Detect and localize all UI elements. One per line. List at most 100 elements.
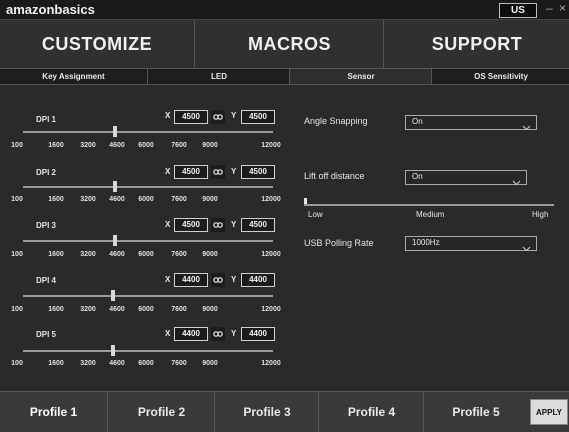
tick-label: 7600 xyxy=(171,360,187,367)
dpi-slider-track[interactable] xyxy=(23,131,273,133)
minimize-button[interactable]: – xyxy=(546,1,553,15)
tab-os-sensitivity[interactable]: OS Sensitivity xyxy=(431,69,569,84)
apply-button[interactable]: APPLY xyxy=(530,399,568,425)
dpi-slider-track[interactable] xyxy=(23,240,273,242)
dpi-tick-labels: 100 1600 3200 4600 6000 7600 9000 12000 xyxy=(0,196,300,206)
dpi-label: DPI 2 xyxy=(36,168,57,177)
tick-label: 12000 xyxy=(261,251,281,258)
dpi-slider-track[interactable] xyxy=(23,295,273,297)
dpi-slider-thumb[interactable] xyxy=(110,345,115,356)
tick-label: 6000 xyxy=(138,306,154,313)
y-axis-label: Y xyxy=(231,275,237,284)
x-axis-label: X xyxy=(165,167,171,176)
tick-label: 9000 xyxy=(202,306,218,313)
tab-macros[interactable]: MACROS xyxy=(194,20,384,68)
dpi-y-input[interactable]: 4500 xyxy=(241,218,275,232)
dpi-slider-track[interactable] xyxy=(23,186,273,188)
angle-snapping-select[interactable]: On xyxy=(405,115,537,131)
dpi-label: DPI 1 xyxy=(36,115,57,124)
lift-off-distance-select[interactable]: On xyxy=(405,170,527,186)
usb-polling-rate-label: USB Polling Rate xyxy=(304,238,374,248)
link-xy-icon[interactable] xyxy=(211,327,225,341)
tick-label: 12000 xyxy=(261,196,281,203)
close-button[interactable]: × xyxy=(559,1,566,15)
tick-label: 1600 xyxy=(48,251,64,258)
tab-sensor[interactable]: Sensor xyxy=(289,69,432,84)
angle-snapping-label: Angle Snapping xyxy=(304,116,368,126)
title-bar: amazonbasics US – × xyxy=(0,0,569,20)
dpi-tick-labels: 100 1600 3200 4600 6000 7600 9000 12000 xyxy=(0,360,300,370)
dpi-slider-thumb[interactable] xyxy=(112,126,117,137)
tick-label: 100 xyxy=(11,142,23,149)
tick-label: 4600 xyxy=(109,251,125,258)
link-xy-icon[interactable] xyxy=(211,218,225,232)
tick-label: 7600 xyxy=(171,306,187,313)
tick-label: 7600 xyxy=(171,196,187,203)
profile-tab-4[interactable]: Profile 4 xyxy=(318,392,424,432)
lift-off-slider-thumb[interactable] xyxy=(304,198,307,204)
sub-navigation: Key Assignment LED Sensor OS Sensitivity xyxy=(0,69,569,85)
tick-label: 4600 xyxy=(109,360,125,367)
x-axis-label: X xyxy=(165,329,171,338)
y-axis-label: Y xyxy=(231,111,237,120)
tick-label: 12000 xyxy=(261,306,281,313)
tick-label: 3200 xyxy=(80,360,96,367)
y-axis-label: Y xyxy=(231,329,237,338)
dpi-y-input[interactable]: 4500 xyxy=(241,165,275,179)
tick-label: 9000 xyxy=(202,251,218,258)
profile-tab-3[interactable]: Profile 3 xyxy=(214,392,319,432)
brand-logo: amazonbasics xyxy=(6,2,95,17)
dpi-x-input[interactable]: 4500 xyxy=(174,165,208,179)
tick-label: 1600 xyxy=(48,360,64,367)
y-axis-label: Y xyxy=(231,167,237,176)
tab-key-assignment[interactable]: Key Assignment xyxy=(0,69,147,84)
y-axis-label: Y xyxy=(231,220,237,229)
lift-off-distance-value: On xyxy=(412,172,423,181)
tick-label: 7600 xyxy=(171,251,187,258)
dpi-x-input[interactable]: 4500 xyxy=(174,218,208,232)
chevron-down-icon xyxy=(522,118,531,136)
dpi-slider-thumb[interactable] xyxy=(112,181,117,192)
lift-off-low-label: Low xyxy=(308,210,323,219)
dpi-x-input[interactable]: 4400 xyxy=(174,327,208,341)
tab-led[interactable]: LED xyxy=(147,69,290,84)
tick-label: 6000 xyxy=(138,251,154,258)
tick-label: 12000 xyxy=(261,142,281,149)
tick-label: 3200 xyxy=(80,142,96,149)
dpi-slider-thumb[interactable] xyxy=(112,235,117,246)
tick-label: 4600 xyxy=(109,142,125,149)
lift-off-slider-track[interactable] xyxy=(304,204,554,206)
dpi-y-input[interactable]: 4400 xyxy=(241,327,275,341)
dpi-label: DPI 3 xyxy=(36,221,57,230)
link-xy-icon[interactable] xyxy=(211,273,225,287)
dpi-y-input[interactable]: 4500 xyxy=(241,110,275,124)
x-axis-label: X xyxy=(165,275,171,284)
tick-label: 4600 xyxy=(109,306,125,313)
dpi-y-input[interactable]: 4400 xyxy=(241,273,275,287)
tick-label: 12000 xyxy=(261,360,281,367)
dpi-x-input[interactable]: 4500 xyxy=(174,110,208,124)
tick-label: 9000 xyxy=(202,196,218,203)
dpi-tick-labels: 100 1600 3200 4600 6000 7600 9000 12000 xyxy=(0,142,300,152)
dpi-label: DPI 5 xyxy=(36,330,57,339)
usb-polling-rate-select[interactable]: 1000Hz xyxy=(405,236,537,252)
dpi-slider-thumb[interactable] xyxy=(110,290,115,301)
dpi-x-input[interactable]: 4400 xyxy=(174,273,208,287)
tab-customize[interactable]: CUSTOMIZE xyxy=(0,20,194,68)
profile-tab-5[interactable]: Profile 5 xyxy=(423,392,528,432)
usb-polling-rate-value: 1000Hz xyxy=(412,238,440,247)
dpi-slider-track[interactable] xyxy=(23,350,273,352)
tab-support[interactable]: SUPPORT xyxy=(383,20,569,68)
lift-off-medium-label: Medium xyxy=(416,210,445,219)
profile-tab-2[interactable]: Profile 2 xyxy=(107,392,215,432)
chevron-down-icon xyxy=(522,239,531,257)
profile-tab-1[interactable]: Profile 1 xyxy=(0,392,107,432)
tick-label: 4600 xyxy=(109,196,125,203)
lift-off-high-label: High xyxy=(532,210,549,219)
link-xy-icon[interactable] xyxy=(211,110,225,124)
tick-label: 1600 xyxy=(48,142,64,149)
tick-label: 6000 xyxy=(138,360,154,367)
language-selector[interactable]: US xyxy=(499,3,537,18)
link-xy-icon[interactable] xyxy=(211,165,225,179)
tick-label: 100 xyxy=(11,251,23,258)
